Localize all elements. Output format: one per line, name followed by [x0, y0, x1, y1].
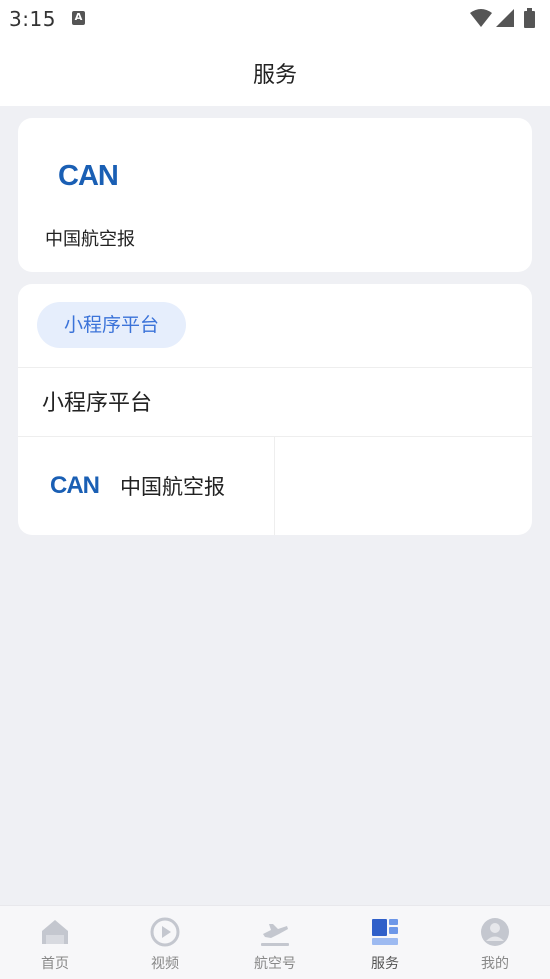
airplane-icon: [261, 924, 289, 946]
divider: [18, 367, 532, 368]
divider: [274, 437, 275, 535]
status-indicators: [470, 8, 542, 28]
page-header: 服务: [0, 38, 550, 106]
status-time: 3:15: [9, 7, 56, 31]
tab-profile[interactable]: 我的: [440, 906, 550, 979]
mini-program-tag[interactable]: 小程序平台: [37, 302, 186, 348]
services-grid-icon: [372, 919, 398, 945]
notification-app-icon: A: [72, 11, 85, 25]
page-title: 服务: [252, 63, 297, 88]
svg-text:CAN: CAN: [58, 162, 118, 188]
status-bar: 3:15 A: [0, 0, 550, 38]
wifi-icon: [470, 9, 492, 27]
tab-video[interactable]: 视频: [110, 906, 220, 979]
section-title: 小程序平台: [42, 391, 153, 416]
mini-program-card: 小程序平台 小程序平台 CAN 中国航空报: [18, 284, 532, 535]
tab-aviation[interactable]: 航空号: [220, 906, 330, 979]
battery-icon: [524, 8, 535, 28]
home-icon: [42, 920, 68, 944]
can-logo: CAN: [58, 162, 119, 188]
can-logo: CAN: [50, 474, 100, 496]
profile-icon: [481, 918, 509, 946]
video-play-icon: [150, 917, 180, 947]
mini-program-item-label: 中国航空报: [120, 475, 225, 499]
tab-services[interactable]: 服务: [330, 906, 440, 979]
featured-service-card[interactable]: CAN 中国航空报: [18, 118, 532, 272]
tab-home[interactable]: 首页: [0, 906, 110, 979]
mini-program-item[interactable]: CAN 中国航空报: [18, 437, 274, 535]
featured-service-label: 中国航空报: [45, 229, 135, 250]
bottom-tab-bar: 首页 视频 航空号 服务 我的: [0, 905, 550, 979]
signal-icon: [496, 9, 514, 27]
svg-text:CAN: CAN: [50, 474, 99, 496]
